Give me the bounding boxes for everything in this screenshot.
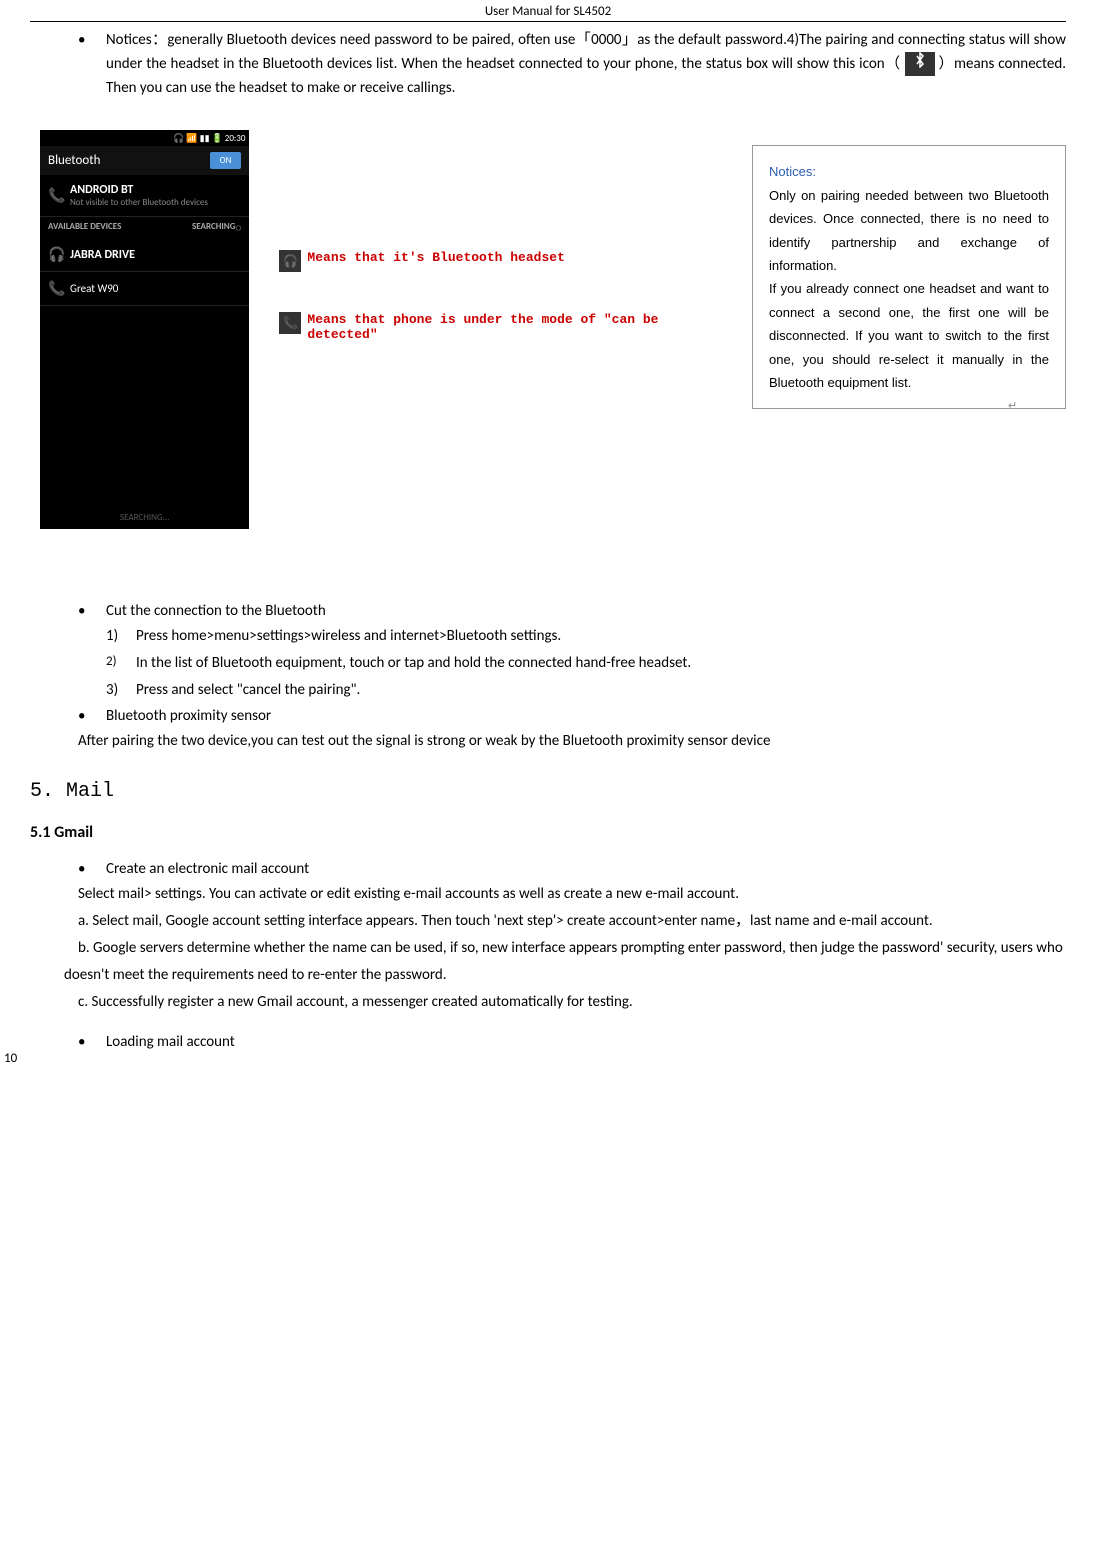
notices-box-body: Only on pairing needed between two Bluet… xyxy=(769,184,1049,395)
bluetooth-title: Bluetooth xyxy=(48,153,210,168)
phone-screenshot: 🎧 📶 ▮▮ 🔋 20:30 Bluetooth ON 📞 ANDROID BT… xyxy=(40,130,249,529)
create-bullet: • Create an electronic mail account xyxy=(78,857,1066,881)
cut-step-3-text: Press and select "cancel the pairing". xyxy=(136,677,360,704)
signal-icon: ▮▮ xyxy=(200,133,210,144)
annotation-column: 🎧 Means that it's Bluetooth headset 📞 Me… xyxy=(279,130,692,529)
cut-step-1-text: Press home>menu>settings>wireless and in… xyxy=(136,623,561,650)
screenshot-region: 🎧 📶 ▮▮ 🔋 20:30 Bluetooth ON 📞 ANDROID BT… xyxy=(40,130,1066,529)
bluetooth-status-icon xyxy=(905,52,935,76)
cut-step-2: 2) In the list of Bluetooth equipment, t… xyxy=(106,650,1066,677)
phone-icon-row: 📞 xyxy=(48,280,70,297)
create-c: c. Successfully register a new Gmail acc… xyxy=(64,989,1066,1016)
bluetooth-toggle[interactable]: ON xyxy=(210,152,242,169)
notices-bullet: • Notices：generally Bluetooth devices ne… xyxy=(78,28,1066,100)
gmail-heading: 5.1 Gmail xyxy=(30,823,1066,842)
cut-bullet: • Cut the connection to the Bluetooth xyxy=(78,599,1066,623)
annotation-2: 📞 Means that phone is under the mode of … xyxy=(279,312,692,342)
headset-icon-row: 🎧 xyxy=(48,246,70,263)
annotation-2-text: Means that phone is under the mode of "c… xyxy=(307,312,692,342)
notices-container: Notices: Only on pairing needed between … xyxy=(722,130,1066,529)
notices-box-title: Notices: xyxy=(769,160,1049,183)
loading-bullet: • Loading mail account xyxy=(78,1030,1066,1054)
available-label: AVAILABLE DEVICES xyxy=(48,221,192,234)
create-intro: Select mail> settings. You can activate … xyxy=(78,881,1066,908)
device-self-sub: Not visible to other Bluetooth devices xyxy=(70,197,241,208)
prox-title: Bluetooth proximity sensor xyxy=(106,704,1066,728)
page-header: User Manual for SL4502 xyxy=(30,0,1066,22)
device-2-name: Great W90 xyxy=(70,282,241,295)
headset-icon: 🎧 xyxy=(173,133,184,144)
create-a: a. Select mail, Google account setting i… xyxy=(64,908,1066,935)
loading-title: Loading mail account xyxy=(106,1030,1066,1054)
phone-footer: SEARCHING... xyxy=(40,506,249,529)
searching-label: SEARCHING xyxy=(192,221,236,234)
available-section: AVAILABLE DEVICES SEARCHING ◌ xyxy=(40,217,249,238)
cut-step-3: 3) Press and select "cancel the pairing"… xyxy=(106,677,1066,704)
prox-bullet: • Bluetooth proximity sensor xyxy=(78,704,1066,728)
bluetooth-header: Bluetooth ON xyxy=(40,146,249,175)
battery-icon: 🔋 xyxy=(212,133,223,144)
spinner-icon: ◌ xyxy=(235,221,241,234)
status-bar: 🎧 📶 ▮▮ 🔋 20:30 xyxy=(40,130,249,146)
headphone-icon: 🎧 xyxy=(279,250,301,272)
device-row-2[interactable]: 📞 Great W90 xyxy=(40,272,249,306)
mail-heading: 5. Mail xyxy=(30,780,1066,803)
annotation-1: 🎧 Means that it's Bluetooth headset xyxy=(279,250,692,272)
notices-box: Notices: Only on pairing needed between … xyxy=(752,145,1066,409)
create-b: b. Google servers determine whether the … xyxy=(64,935,1066,989)
notices-text: Notices：generally Bluetooth devices need… xyxy=(106,28,1066,100)
device-row-1[interactable]: 🎧 JABRA DRIVE xyxy=(40,238,249,272)
prox-text: After pairing the two device,you can tes… xyxy=(78,728,1066,755)
device-1-name: JABRA DRIVE xyxy=(70,248,241,262)
create-title: Create an electronic mail account xyxy=(106,857,1066,881)
phone-icon: 📞 xyxy=(48,187,70,204)
bullet-dot: • xyxy=(78,28,106,100)
cut-step-1: 1) Press home>menu>settings>wireless and… xyxy=(106,623,1066,650)
phone-det-icon: 📞 xyxy=(279,312,301,334)
page-number: 10 xyxy=(4,1051,17,1066)
device-self-name: ANDROID BT xyxy=(70,183,241,197)
device-self-row[interactable]: 📞 ANDROID BT Not visible to other Blueto… xyxy=(40,175,249,217)
return-mark: ↵ xyxy=(1008,399,1066,412)
cut-step-2-text: In the list of Bluetooth equipment, touc… xyxy=(136,650,691,677)
cut-title: Cut the connection to the Bluetooth xyxy=(106,599,1066,623)
annotation-1-text: Means that it's Bluetooth headset xyxy=(307,250,564,265)
wifi-icon: 📶 xyxy=(186,133,197,144)
status-time: 20:30 xyxy=(225,133,246,144)
